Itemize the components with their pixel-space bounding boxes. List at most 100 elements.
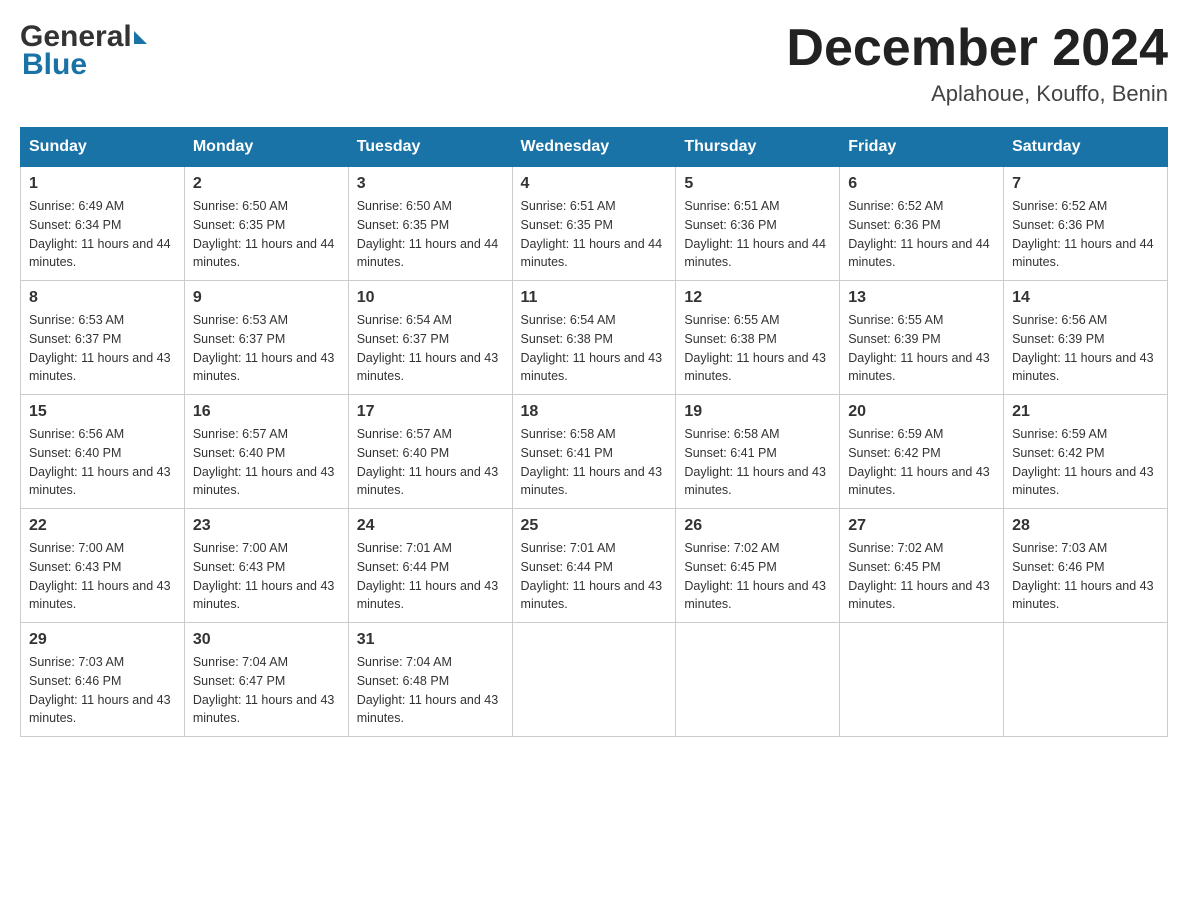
col-wednesday: Wednesday <box>512 128 676 167</box>
cell-w3-d1: 15 Sunrise: 6:56 AMSunset: 6:40 PMDayligh… <box>21 395 185 509</box>
logo: General Blue <box>20 20 147 82</box>
day-number: 25 <box>521 517 668 535</box>
cell-w3-d3: 17 Sunrise: 6:57 AMSunset: 6:40 PMDayligh… <box>348 395 512 509</box>
day-number: 11 <box>521 289 668 307</box>
day-info: Sunrise: 6:50 AMSunset: 6:35 PMDaylight:… <box>357 197 504 272</box>
cell-w1-d1: 1 Sunrise: 6:49 AMSunset: 6:34 PMDaylight… <box>21 167 185 281</box>
cell-w2-d2: 9 Sunrise: 6:53 AMSunset: 6:37 PMDaylight… <box>184 281 348 395</box>
cell-w2-d5: 12 Sunrise: 6:55 AMSunset: 6:38 PMDayligh… <box>676 281 840 395</box>
cell-w5-d6 <box>840 623 1004 737</box>
col-sunday: Sunday <box>21 128 185 167</box>
day-info: Sunrise: 6:58 AMSunset: 6:41 PMDaylight:… <box>521 425 668 500</box>
day-info: Sunrise: 6:56 AMSunset: 6:39 PMDaylight:… <box>1012 311 1159 386</box>
logo-triangle-icon <box>134 31 147 44</box>
col-monday: Monday <box>184 128 348 167</box>
day-number: 22 <box>29 517 176 535</box>
week-row-2: 8 Sunrise: 6:53 AMSunset: 6:37 PMDaylight… <box>21 281 1168 395</box>
cell-w5-d4 <box>512 623 676 737</box>
cell-w4-d1: 22Sunrise: 7:00 AMSunset: 6:43 PMDayligh… <box>21 509 185 623</box>
cell-w1-d6: 6 Sunrise: 6:52 AMSunset: 6:36 PMDaylight… <box>840 167 1004 281</box>
day-info: Sunrise: 7:03 AMSunset: 6:46 PMDaylight:… <box>1012 539 1159 614</box>
day-number: 10 <box>357 289 504 307</box>
day-info: Sunrise: 7:02 AMSunset: 6:45 PMDaylight:… <box>684 539 831 614</box>
day-number: 2 <box>193 175 340 193</box>
cell-w1-d7: 7Sunrise: 6:52 AMSunset: 6:36 PMDaylight… <box>1004 167 1168 281</box>
day-info: Sunrise: 6:53 AMSunset: 6:37 PMDaylight:… <box>29 311 176 386</box>
col-tuesday: Tuesday <box>348 128 512 167</box>
day-number: 30 <box>193 631 340 649</box>
title-area: December 2024 Aplahoue, Kouffo, Benin <box>786 20 1168 107</box>
day-number: 21 <box>1012 403 1159 421</box>
day-info: Sunrise: 6:53 AMSunset: 6:37 PMDaylight:… <box>193 311 340 386</box>
day-info: Sunrise: 6:54 AMSunset: 6:37 PMDaylight:… <box>357 311 504 386</box>
week-row-3: 15 Sunrise: 6:56 AMSunset: 6:40 PMDayligh… <box>21 395 1168 509</box>
day-info: Sunrise: 6:57 AMSunset: 6:40 PMDaylight:… <box>357 425 504 500</box>
cell-w2-d7: 14Sunrise: 6:56 AMSunset: 6:39 PMDayligh… <box>1004 281 1168 395</box>
col-saturday: Saturday <box>1004 128 1168 167</box>
day-number: 12 <box>684 289 831 307</box>
cell-w1-d5: 5 Sunrise: 6:51 AMSunset: 6:36 PMDaylight… <box>676 167 840 281</box>
day-number: 28 <box>1012 517 1159 535</box>
month-title: December 2024 <box>786 20 1168 77</box>
week-row-5: 29Sunrise: 7:03 AMSunset: 6:46 PMDayligh… <box>21 623 1168 737</box>
day-info: Sunrise: 6:55 AMSunset: 6:38 PMDaylight:… <box>684 311 831 386</box>
day-number: 9 <box>193 289 340 307</box>
calendar-header-row: Sunday Monday Tuesday Wednesday Thursday… <box>21 128 1168 167</box>
day-info: Sunrise: 7:02 AMSunset: 6:45 PMDaylight:… <box>848 539 995 614</box>
week-row-1: 1 Sunrise: 6:49 AMSunset: 6:34 PMDaylight… <box>21 167 1168 281</box>
day-info: Sunrise: 6:52 AMSunset: 6:36 PMDaylight:… <box>848 197 995 272</box>
location-title: Aplahoue, Kouffo, Benin <box>786 81 1168 107</box>
day-number: 3 <box>357 175 504 193</box>
cell-w4-d3: 24Sunrise: 7:01 AMSunset: 6:44 PMDayligh… <box>348 509 512 623</box>
day-info: Sunrise: 6:49 AMSunset: 6:34 PMDaylight:… <box>29 197 176 272</box>
cell-w3-d5: 19 Sunrise: 6:58 AMSunset: 6:41 PMDayligh… <box>676 395 840 509</box>
week-row-4: 22 Sunrise: 7:00 AMSunset: 6:43 PMDayligh… <box>21 509 1168 623</box>
day-info: Sunrise: 6:51 AMSunset: 6:36 PMDaylight:… <box>684 197 831 272</box>
day-number: 4 <box>521 175 668 193</box>
day-number: 1 <box>29 175 176 193</box>
day-info: Sunrise: 6:56 AMSunset: 6:40 PMDaylight:… <box>29 425 176 500</box>
day-info: Sunrise: 6:54 AMSunset: 6:38 PMDaylight:… <box>521 311 668 386</box>
day-number: 27 <box>848 517 995 535</box>
day-number: 31 <box>357 631 504 649</box>
day-info: Sunrise: 7:00 AMSunset: 6:43 PMDaylight:… <box>193 539 340 614</box>
day-number: 6 <box>848 175 995 193</box>
cell-w5-d1: 29Sunrise: 7:03 AMSunset: 6:46 PMDayligh… <box>21 623 185 737</box>
day-info: Sunrise: 6:59 AMSunset: 6:42 PMDaylight:… <box>1012 425 1159 500</box>
day-number: 17 <box>357 403 504 421</box>
day-info: Sunrise: 7:01 AMSunset: 6:44 PMDaylight:… <box>521 539 668 614</box>
cell-w1-d4: 4Sunrise: 6:51 AMSunset: 6:35 PMDaylight… <box>512 167 676 281</box>
day-number: 5 <box>684 175 831 193</box>
day-number: 13 <box>848 289 995 307</box>
day-number: 15 <box>29 403 176 421</box>
day-info: Sunrise: 7:04 AMSunset: 6:47 PMDaylight:… <box>193 653 340 728</box>
day-info: Sunrise: 6:58 AMSunset: 6:41 PMDaylight:… <box>684 425 831 500</box>
col-friday: Friday <box>840 128 1004 167</box>
day-info: Sunrise: 6:59 AMSunset: 6:42 PMDaylight:… <box>848 425 995 500</box>
cell-w4-d7: 28 Sunrise: 7:03 AMSunset: 6:46 PMDayligh… <box>1004 509 1168 623</box>
day-number: 23 <box>193 517 340 535</box>
day-info: Sunrise: 6:55 AMSunset: 6:39 PMDaylight:… <box>848 311 995 386</box>
day-info: Sunrise: 7:04 AMSunset: 6:48 PMDaylight:… <box>357 653 504 728</box>
cell-w3-d2: 16 Sunrise: 6:57 AMSunset: 6:40 PMDayligh… <box>184 395 348 509</box>
day-info: Sunrise: 7:03 AMSunset: 6:46 PMDaylight:… <box>29 653 176 728</box>
cell-w2-d1: 8 Sunrise: 6:53 AMSunset: 6:37 PMDaylight… <box>21 281 185 395</box>
day-info: Sunrise: 6:50 AMSunset: 6:35 PMDaylight:… <box>193 197 340 272</box>
cell-w5-d5 <box>676 623 840 737</box>
cell-w3-d4: 18 Sunrise: 6:58 AMSunset: 6:41 PMDayligh… <box>512 395 676 509</box>
cell-w2-d6: 13 Sunrise: 6:55 AMSunset: 6:39 PMDayligh… <box>840 281 1004 395</box>
day-info: Sunrise: 6:57 AMSunset: 6:40 PMDaylight:… <box>193 425 340 500</box>
day-number: 19 <box>684 403 831 421</box>
cell-w4-d4: 25 Sunrise: 7:01 AMSunset: 6:44 PMDayligh… <box>512 509 676 623</box>
cell-w5-d2: 30 Sunrise: 7:04 AMSunset: 6:47 PMDayligh… <box>184 623 348 737</box>
day-number: 24 <box>357 517 504 535</box>
day-number: 18 <box>521 403 668 421</box>
logo-blue-text: Blue <box>20 48 147 82</box>
day-number: 8 <box>29 289 176 307</box>
cell-w2-d4: 11 Sunrise: 6:54 AMSunset: 6:38 PMDayligh… <box>512 281 676 395</box>
calendar-table: Sunday Monday Tuesday Wednesday Thursday… <box>20 127 1168 737</box>
header: General Blue December 2024 Aplahoue, Kou… <box>20 20 1168 107</box>
cell-w5-d7 <box>1004 623 1168 737</box>
day-info: Sunrise: 6:52 AMSunset: 6:36 PMDaylight:… <box>1012 197 1159 272</box>
day-number: 16 <box>193 403 340 421</box>
